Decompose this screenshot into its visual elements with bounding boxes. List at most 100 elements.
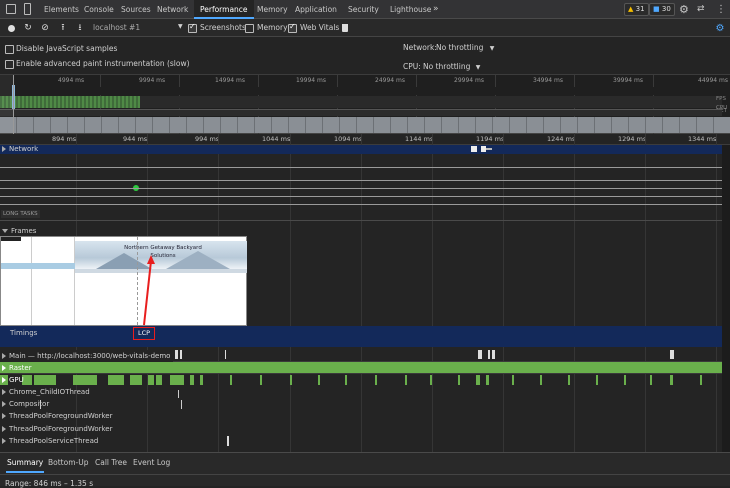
profile-select[interactable]: localhost #1	[93, 23, 140, 32]
gpu-task[interactable]	[200, 375, 203, 385]
record-button[interactable]	[5, 22, 17, 34]
tab-application[interactable]: Application	[295, 0, 337, 19]
more-tabs-icon[interactable]: »	[433, 0, 439, 19]
timings-track[interactable]: Timings LCP	[0, 326, 722, 347]
network-throttle-select[interactable]: No throttling ▼	[436, 43, 494, 52]
gpu-task[interactable]	[476, 375, 480, 385]
network-request[interactable]	[471, 146, 477, 152]
gpu-task[interactable]	[375, 375, 377, 385]
thread-task[interactable]	[178, 390, 179, 398]
inspect-element-icon[interactable]	[6, 4, 16, 14]
frames-track[interactable]: Frames	[0, 226, 722, 236]
gpu-task[interactable]	[670, 375, 673, 385]
tab-event-log[interactable]: Event Log	[133, 453, 170, 473]
main-track-label: Main — http://localhost:3000/web-vitals-…	[0, 350, 174, 362]
tab-memory[interactable]: Memory	[257, 0, 288, 19]
memory-checkbox[interactable]	[245, 24, 254, 33]
settings-gear-icon[interactable]: ⚙	[679, 0, 689, 19]
vitals-line-fcp	[0, 167, 722, 168]
ruler-tick: 1144 ms	[405, 135, 434, 143]
main-thread-track[interactable]: Main — http://localhost:3000/web-vitals-…	[0, 349, 722, 362]
gpu-task[interactable]	[148, 375, 154, 385]
webvitals-checkbox[interactable]	[288, 22, 297, 33]
main-task[interactable]	[488, 350, 490, 359]
flamechart-scrollbar[interactable]	[722, 145, 730, 452]
gpu-task[interactable]	[318, 375, 320, 385]
main-task[interactable]	[225, 350, 226, 359]
gpu-task[interactable]	[34, 375, 56, 385]
screenshots-checkbox[interactable]	[188, 22, 197, 33]
tab-call-tree[interactable]: Call Tree	[95, 453, 127, 473]
warnings-count: 31	[635, 5, 645, 13]
tab-summary[interactable]: Summary	[6, 453, 45, 473]
thread-task[interactable]	[181, 400, 182, 409]
upload-profile-button[interactable]: ⭱	[57, 22, 69, 34]
messages-badge[interactable]: ■ 30	[649, 3, 675, 16]
gpu-task[interactable]	[73, 375, 97, 385]
ruler-tick: 1194 ms	[476, 135, 505, 143]
warnings-badge[interactable]: ▲ 31	[624, 3, 649, 16]
thread-task[interactable]	[227, 436, 229, 446]
tab-performance[interactable]: Performance	[194, 0, 254, 19]
tab-bottom-up[interactable]: Bottom-Up	[48, 453, 88, 473]
threadpool-service-label: ThreadPoolServiceThread	[9, 437, 99, 445]
gpu-task[interactable]	[130, 375, 142, 385]
main-task[interactable]	[478, 350, 482, 359]
timeline-overview[interactable]: 4994 ms 9994 ms 14994 ms 19994 ms 24994 …	[0, 75, 730, 134]
gpu-task[interactable]	[156, 375, 162, 385]
feedback-icon[interactable]: ⇄	[697, 0, 705, 19]
gpu-task[interactable]	[458, 375, 460, 385]
gpu-task[interactable]	[486, 375, 489, 385]
reload-record-button[interactable]: ↻	[22, 22, 34, 34]
gpu-task[interactable]	[290, 375, 292, 385]
collect-garbage-button[interactable]	[339, 22, 351, 34]
tab-elements[interactable]: Elements	[44, 0, 79, 19]
lcp-marker[interactable]: LCP	[133, 327, 155, 340]
threadpool-service-track[interactable]: ThreadPoolServiceThread	[0, 435, 722, 448]
main-task[interactable]	[670, 350, 674, 359]
device-toolbar-icon[interactable]	[24, 3, 31, 15]
threadpool-foreground-track[interactable]: ThreadPoolForegroundWorker	[0, 410, 722, 423]
main-task[interactable]	[175, 350, 178, 359]
frame-strip	[1, 263, 75, 269]
gpu-task[interactable]	[170, 375, 184, 385]
gpu-task[interactable]	[596, 375, 598, 385]
gpu-task[interactable]	[540, 375, 542, 385]
gpu-task[interactable]	[345, 375, 347, 385]
chrome-io-track-label: Chrome_ChildIOThread	[0, 386, 90, 398]
download-profile-button[interactable]: ⭳	[74, 22, 86, 34]
advanced-paint-checkbox[interactable]	[5, 60, 14, 69]
main-task[interactable]	[492, 350, 495, 359]
selection-window[interactable]	[0, 75, 14, 134]
gpu-task[interactable]	[568, 375, 570, 385]
tab-security[interactable]: Security	[348, 0, 379, 19]
screenshot-preview: Northern Getaway Backyard Solutions	[0, 236, 247, 326]
gpu-task[interactable]	[405, 375, 407, 385]
capture-settings-icon[interactable]: ⚙	[714, 22, 726, 34]
gpu-task[interactable]	[430, 375, 432, 385]
gpu-task[interactable]	[700, 375, 702, 385]
gpu-task[interactable]	[190, 375, 194, 385]
chevron-down-icon: ▼	[475, 64, 481, 71]
cpu-throttle-select[interactable]: No throttling ▼	[423, 62, 480, 71]
gpu-task[interactable]	[108, 375, 124, 385]
tab-sources[interactable]: Sources	[121, 0, 151, 19]
gpu-task[interactable]	[512, 375, 514, 385]
gpu-task[interactable]	[230, 375, 232, 385]
gpu-task[interactable]	[260, 375, 262, 385]
main-task[interactable]	[180, 350, 182, 359]
compositor-track-label: Compositor	[0, 398, 49, 410]
raster-track[interactable]: Raster	[0, 362, 722, 374]
gpu-task[interactable]	[650, 375, 652, 385]
network-track[interactable]: Network	[0, 145, 722, 154]
tab-console[interactable]: Console	[84, 0, 114, 19]
clear-button[interactable]: ⊘	[39, 22, 51, 34]
tab-network[interactable]: Network	[157, 0, 188, 19]
network-request[interactable]	[486, 148, 492, 150]
gpu-task[interactable]	[624, 375, 626, 385]
disable-js-samples-checkbox[interactable]	[5, 45, 14, 54]
more-options-icon[interactable]: ⋮	[716, 0, 726, 19]
profile-dropdown-icon[interactable]: ▼	[178, 23, 183, 30]
thread-task[interactable]	[40, 400, 41, 409]
tab-lighthouse[interactable]: Lighthouse	[390, 0, 431, 19]
